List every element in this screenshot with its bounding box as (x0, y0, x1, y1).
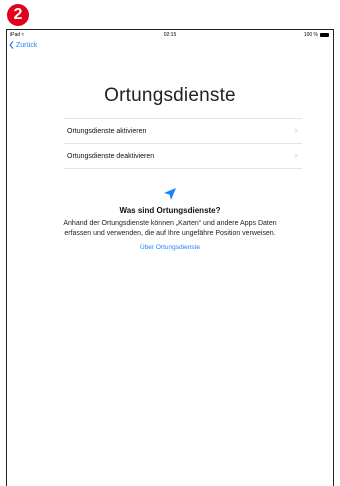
back-button[interactable]: Zurück (9, 41, 37, 49)
option-disable-location[interactable]: Ortungsdienste deaktivieren > (64, 143, 302, 169)
chevron-right-icon: > (293, 152, 298, 160)
battery-icon (320, 33, 329, 37)
info-body: Anhand der Ortungsdienste können „Karten… (63, 220, 277, 237)
option-enable-location[interactable]: Ortungsdienste aktivieren > (64, 118, 302, 143)
battery-label: 100 % (303, 32, 318, 38)
back-label: Zurück (16, 41, 38, 49)
status-battery: 100 % (304, 32, 329, 38)
option-label: Ortungsdienste deaktivieren (67, 152, 155, 160)
option-label: Ortungsdienste aktivieren (67, 127, 147, 135)
status-bar: iPad ≈ 02:15 100 % (7, 30, 333, 39)
ipad-screen: iPad ≈ 02:15 100 % Zurück Ortungsdienste… (6, 29, 334, 486)
chevron-right-icon: > (293, 127, 298, 135)
options-list: Ortungsdienste aktivieren > Ortungsdiens… (64, 118, 302, 169)
info-heading: Was sind Ortungsdienste? (119, 206, 221, 215)
status-time: 02:15 (163, 32, 177, 38)
page-title: Ortungsdienste (104, 85, 236, 106)
location-arrow-icon (164, 188, 176, 200)
info-section: Was sind Ortungsdienste? Anhand der Ortu… (7, 187, 333, 251)
step-badge: 2 (7, 4, 29, 26)
chevron-left-icon (9, 41, 14, 49)
about-location-link[interactable]: Über Ortungsdienste (7, 244, 333, 251)
